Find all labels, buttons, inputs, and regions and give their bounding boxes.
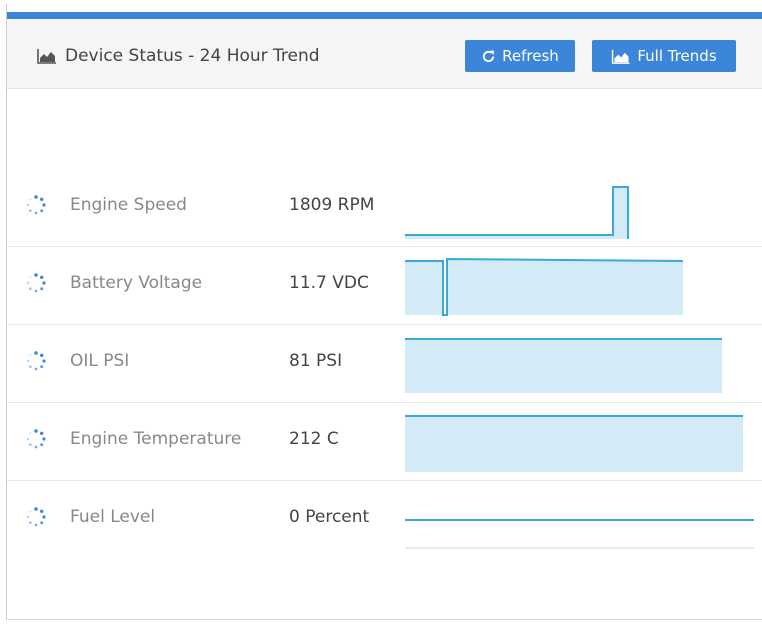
trend-sparkline [405,519,754,549]
full-trends-button[interactable]: Full Trends [592,40,736,72]
panel-title: Device Status - 24 Hour Trend [37,46,320,66]
metric-value: 81 PSI [289,351,343,371]
refresh-button-label: Refresh [502,47,559,65]
metric-value: 11.7 VDC [289,273,369,293]
panel-accent-bar [7,12,762,19]
metric-row-oil-psi: OIL PSI 81 PSI [7,325,762,403]
metric-label: Engine Temperature [70,429,242,449]
trend-sparkline [405,186,629,239]
trend-sparkline [405,338,722,393]
metric-label: Engine Speed [70,195,187,215]
metric-value: 1809 RPM [289,195,375,215]
panel-title-text: Device Status - 24 Hour Trend [65,46,320,66]
refresh-icon [483,49,495,62]
panel-header: Device Status - 24 Hour Trend Refresh Fu… [7,19,762,89]
metric-row-battery-voltage: Battery Voltage 11.7 VDC [7,247,762,325]
area-chart-icon [612,49,630,64]
loading-spinner-icon [26,507,46,527]
metric-value: 212 C [289,429,339,449]
trend-sparkline [405,257,684,316]
refresh-button[interactable]: Refresh [465,40,575,72]
loading-spinner-icon [26,195,46,215]
metric-value: 0 Percent [289,507,370,527]
trend-sparkline [405,415,743,472]
metric-row-engine-speed: Engine Speed 1809 RPM [7,169,762,247]
device-status-panel: Device Status - 24 Hour Trend Refresh Fu… [6,4,762,620]
metric-row-fuel-level: Fuel Level 0 Percent [7,481,762,559]
area-chart-icon [37,49,56,64]
loading-spinner-icon [26,351,46,371]
loading-spinner-icon [26,429,46,449]
full-trends-button-label: Full Trends [637,47,717,65]
metric-label: OIL PSI [70,351,130,371]
metric-label: Battery Voltage [70,273,203,293]
loading-spinner-icon [26,273,46,293]
metric-label: Fuel Level [70,507,156,527]
metric-row-engine-temperature: Engine Temperature 212 C [7,403,762,481]
